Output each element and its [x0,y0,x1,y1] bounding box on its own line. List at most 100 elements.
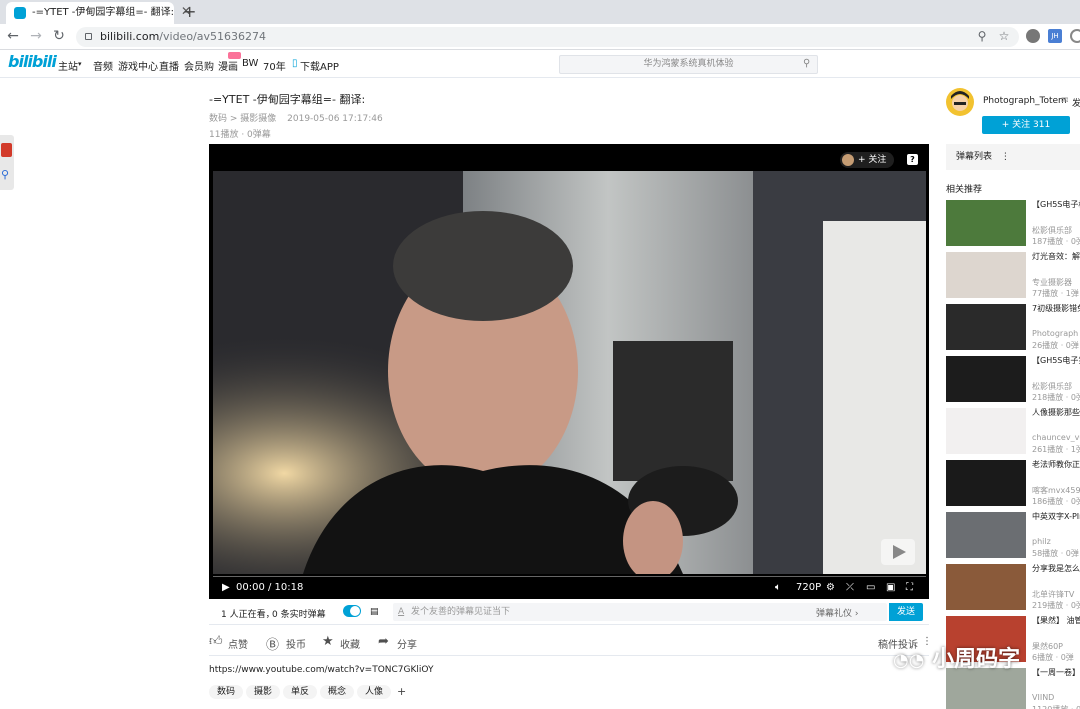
danmaku-input[interactable]: A 发个友善的弹幕见证当下 [393,603,887,621]
phone-icon: ▯ [292,58,298,69]
address-bar[interactable]: bilibili.com/video/av51636274 [76,27,1019,47]
nav-main[interactable]: 主站 [58,58,78,73]
video-frame[interactable] [213,171,926,574]
related-thumbnail[interactable] [946,304,1026,350]
player-follow-button[interactable]: + 关注 [840,152,894,168]
font-style-icon[interactable]: A [398,603,404,621]
like-icon[interactable]: 👍︎ [209,634,223,649]
nav-game[interactable]: 游戏中心 [118,58,158,73]
related-author[interactable]: 松影俱乐部 [1032,381,1080,392]
search-input[interactable]: 华为鸿蒙系统真机体验 [559,55,818,74]
related-thumbnail[interactable] [946,460,1026,506]
related-title-text[interactable]: 【GH5S电子第三方外接设 [1032,356,1080,366]
send-button[interactable]: 发送 [889,603,923,621]
chevron-down-icon: ▾ [78,60,82,68]
tag[interactable]: 概念 [320,685,355,699]
zoom-icon[interactable]: ⚲ [975,29,989,43]
related-author[interactable]: philz [1032,537,1080,546]
related-thumbnail[interactable] [946,356,1026,402]
url-host: bilibili.com [100,30,160,43]
related-title-text[interactable]: 中英双字X-PInes Thomse [1032,512,1080,522]
related-author[interactable]: 专业摄影器 [1032,277,1080,288]
related-title-text[interactable]: 【果然】 油管Alli Out of Sig [1032,616,1080,626]
related-author[interactable]: 松影俱乐部 [1032,225,1080,236]
collect-star-icon[interactable]: ★ [322,634,334,649]
more-icon[interactable]: ⋮ [1001,152,1010,162]
follow-button[interactable]: + 关注 311 [982,116,1070,134]
danmaku-switch[interactable] [343,605,361,617]
bilibili-logo[interactable]: bilibili [8,52,57,71]
uploader-name[interactable]: Photograph_Totem [983,96,1067,106]
related-title: 相关推荐 [946,185,983,195]
related-thumbnail[interactable] [946,512,1026,558]
related-author[interactable]: chauncev_vu [1032,433,1080,442]
jh-extension-icon[interactable]: JH [1048,29,1062,43]
search-icon[interactable]: ⚲ [803,58,810,69]
danmaku-etiquette-link[interactable]: 弹幕礼仪 › [816,606,858,619]
nav-live[interactable]: 直播 [159,58,179,73]
progress-bar[interactable] [213,576,926,577]
fullscreen-icon[interactable]: ⛶ [906,582,913,593]
back-arrow-icon[interactable]: ← [4,28,22,44]
danmaku-style-icon[interactable]: ▤ [370,607,379,617]
related-title-text[interactable]: 【一周一卷】一卷黑白胶卷 [1032,668,1080,678]
nav-bw[interactable]: BW [242,58,258,69]
nav-70[interactable]: 70年 [263,58,286,73]
forward-arrow-icon[interactable]: → [27,28,45,44]
danmaku-list-header[interactable]: 弹幕列表 ⋮ [946,144,1080,170]
wechat-icon: ◔◔ [893,650,925,671]
help-icon[interactable]: ? [907,154,918,165]
widescreen-icon[interactable]: ▭ [866,582,875,593]
coin-button[interactable]: 投币 [286,636,306,651]
tag[interactable]: 数码 [209,685,244,699]
related-author[interactable]: Photograph [1032,329,1080,338]
related-title-text[interactable]: 老法师教你正附件 [1032,460,1080,470]
tag[interactable]: 摄影 [246,685,281,699]
collect-button[interactable]: 收藏 [340,636,360,651]
related-author[interactable]: 果然60P [1032,641,1080,652]
like-button[interactable]: 点赞 [228,636,248,651]
browser-tab[interactable]: -=YTET -伊甸园字幕组=- 翻译: [6,2,174,24]
related-title-text[interactable]: 灯光音效：解角光环的特效 [1032,252,1080,262]
tag[interactable]: 人像 [357,685,392,699]
tag[interactable]: 单反 [283,685,318,699]
add-tag-icon[interactable]: + [397,685,406,698]
message-icon[interactable]: ✉ [1061,96,1069,106]
related-title-text[interactable]: 7初级摄影错免 [1032,304,1080,314]
gift-icon[interactable] [1,143,12,157]
related-thumbnail[interactable] [946,408,1026,454]
nav-download-app[interactable]: 下载APP [300,58,339,73]
web-fullscreen-icon[interactable]: ▣ [886,582,895,593]
share-icon[interactable]: ➦ [378,634,389,649]
related-author[interactable]: 喀客mvx4596 [1032,485,1080,496]
nav-audio[interactable]: 音频 [93,58,113,73]
related-title-text[interactable]: 分享我是怎么和延时摄影的 [1032,564,1080,574]
related-thumbnail[interactable] [946,200,1026,246]
quality-select[interactable]: 720P [796,582,821,593]
danmaku-toggle-icon[interactable]: ⤫ [846,582,854,593]
related-title-text[interactable]: 人像摄影那些 [1032,408,1080,418]
related-title-text[interactable]: 【GH5S电子档位的应用修 [1032,200,1080,210]
nav-mall[interactable]: 会员购 [184,58,214,73]
related-stats: 77播放 · 1弹 [1032,289,1079,298]
share-button[interactable]: 分享 [397,636,417,651]
related-author[interactable]: 北单许锋TV [1032,589,1080,600]
related-thumbnail[interactable] [946,564,1026,610]
profile-icon[interactable] [1070,29,1080,43]
bookmark-star-icon[interactable]: ☆ [997,29,1011,43]
search-side-icon[interactable]: ⚲ [1,168,9,181]
related-thumbnail[interactable] [946,252,1026,298]
volume-icon[interactable]: 🔈︎ [775,582,781,593]
reload-icon[interactable]: ↻ [50,28,68,44]
new-tab-icon[interactable]: + [183,2,196,21]
video-category[interactable]: 数码 > 摄影摄像 [209,114,276,124]
message-link[interactable]: 发 [1072,96,1080,109]
play-icon[interactable]: ▶ [222,582,230,593]
related-thumbnail[interactable] [946,668,1026,709]
nav-manga[interactable]: 漫画 [218,58,238,73]
extension-icon[interactable] [1026,29,1040,43]
settings-icon[interactable]: ⚙ [826,582,835,593]
coin-icon[interactable]: Ⓑ [266,634,279,653]
uploader-avatar[interactable] [946,88,974,116]
related-author[interactable]: VIIND [1032,693,1080,702]
